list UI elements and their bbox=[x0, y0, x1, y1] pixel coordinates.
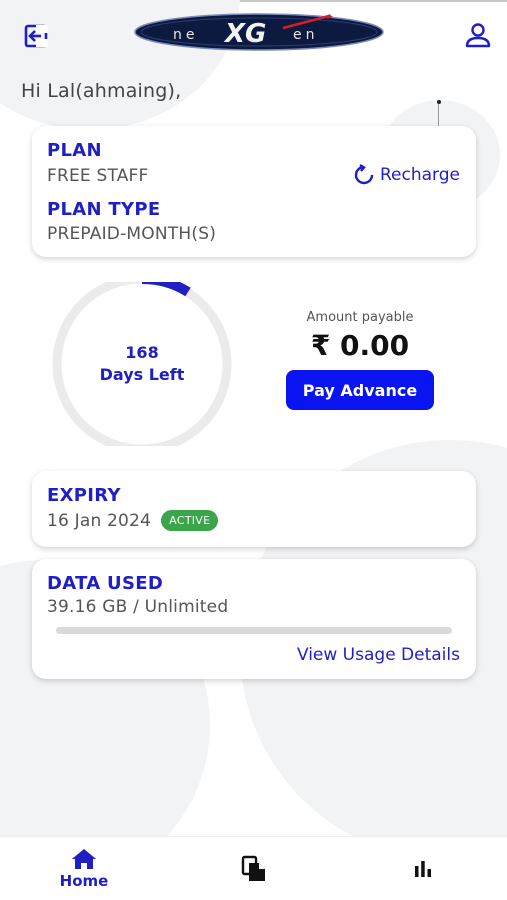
nav-documents[interactable] bbox=[209, 837, 299, 900]
logout-button[interactable] bbox=[22, 22, 50, 50]
amount-block: Amount payable ₹ 0.00 Pay Advance bbox=[286, 310, 434, 410]
app-root: ne XG en Hi Lal(ahmaing), PLAN FREE STAF… bbox=[0, 0, 507, 900]
documents-icon bbox=[241, 855, 265, 881]
data-used-label: DATA USED bbox=[47, 573, 164, 594]
usage-progress-bar bbox=[56, 627, 452, 634]
plan-label: PLAN bbox=[47, 140, 102, 161]
status-badge: ACTIVE bbox=[161, 510, 219, 531]
pay-advance-button[interactable]: Pay Advance bbox=[286, 370, 434, 410]
nav-stats[interactable] bbox=[378, 837, 468, 900]
refresh-icon bbox=[354, 164, 374, 185]
recharge-button[interactable]: Recharge bbox=[353, 164, 460, 186]
logout-icon bbox=[24, 24, 48, 48]
recharge-label: Recharge bbox=[380, 165, 460, 185]
home-icon bbox=[72, 849, 96, 869]
plan-card: PLAN FREE STAFF PLAN TYPE PREPAID-MONTH(… bbox=[32, 126, 476, 257]
amount-payable-value: ₹ 0.00 bbox=[310, 329, 410, 362]
days-left-count: 168 bbox=[125, 343, 159, 362]
plan-value: FREE STAFF bbox=[47, 166, 149, 186]
data-used-value: 39.16 GB / Unlimited bbox=[47, 597, 229, 617]
expiry-card: EXPIRY 16 Jan 2024 ACTIVE bbox=[32, 471, 476, 547]
plan-type-label: PLAN TYPE bbox=[47, 199, 161, 220]
days-left-text: 168 Days Left bbox=[50, 282, 234, 446]
expiry-date: 16 Jan 2024 bbox=[47, 510, 152, 531]
bottom-nav: Home bbox=[0, 836, 507, 900]
days-left-label: Days Left bbox=[99, 365, 185, 384]
user-icon bbox=[465, 23, 491, 48]
expiry-row: 16 Jan 2024 ACTIVE bbox=[47, 510, 219, 531]
expiry-label: EXPIRY bbox=[47, 485, 121, 506]
app-logo: ne XG en bbox=[133, 12, 385, 52]
greeting-text: Hi Lal(ahmaing), bbox=[21, 80, 182, 102]
plan-type-value: PREPAID-MONTH(S) bbox=[47, 224, 217, 244]
view-usage-details-link[interactable]: View Usage Details bbox=[297, 645, 460, 665]
svg-text:en: en bbox=[293, 27, 319, 43]
bar-chart-icon bbox=[415, 861, 431, 877]
header: ne XG en bbox=[0, 10, 507, 60]
svg-text:ne: ne bbox=[173, 27, 199, 43]
profile-button[interactable] bbox=[463, 20, 493, 50]
nav-home-label: Home bbox=[59, 872, 109, 890]
amount-payable-label: Amount payable bbox=[306, 310, 414, 325]
nav-home[interactable]: Home bbox=[39, 837, 129, 900]
days-left-ring: 168 Days Left bbox=[50, 273, 234, 454]
svg-text:XG: XG bbox=[223, 19, 266, 49]
data-used-card: DATA USED 39.16 GB / Unlimited View Usag… bbox=[32, 559, 476, 679]
